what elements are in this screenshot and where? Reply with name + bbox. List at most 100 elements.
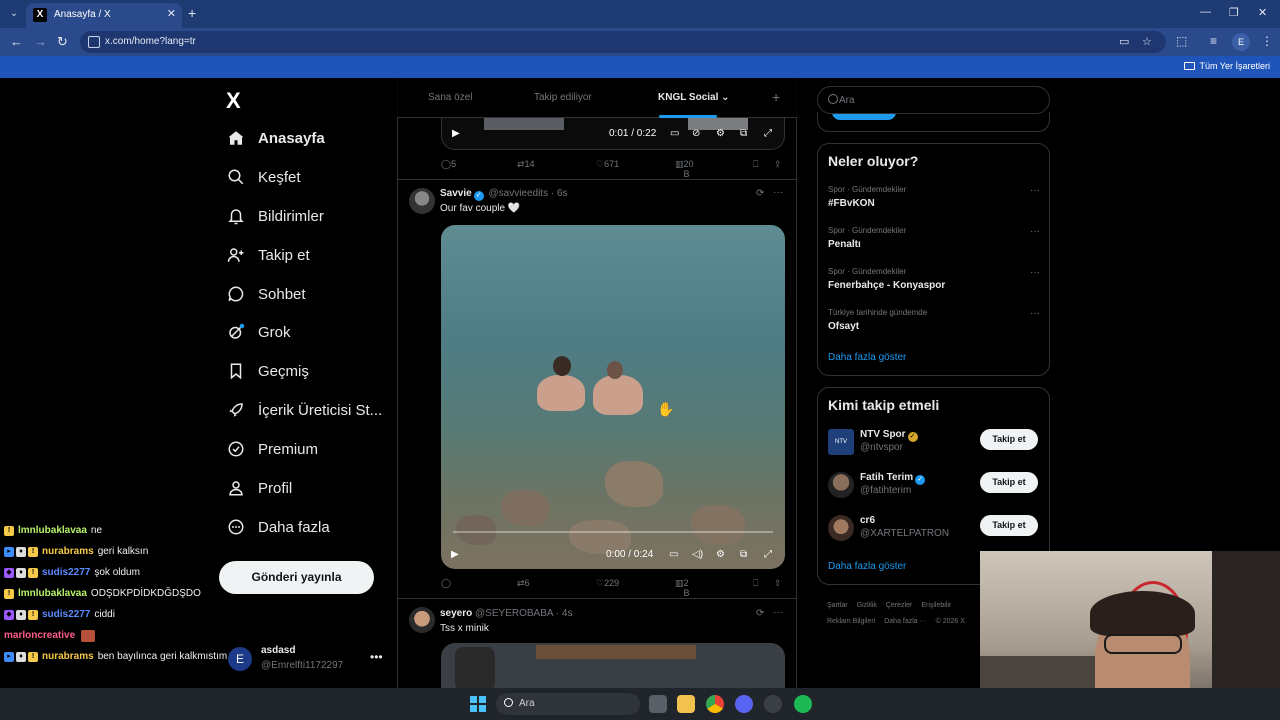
video-progress-bar[interactable]	[453, 531, 773, 533]
star-bookmark-icon[interactable]: ☆	[1142, 35, 1152, 48]
nav-item-chat[interactable]: Sohbet	[226, 280, 306, 308]
captions-icon[interactable]: ▭	[669, 549, 678, 560]
cast-icon[interactable]: ▭	[1119, 35, 1129, 48]
author-handle[interactable]: @SEYEROBABA	[475, 608, 553, 619]
post-button[interactable]: Gönderi yayınla	[219, 561, 374, 594]
trend-item[interactable]: Türkiye tarihinde gündemde Ofsayt ···	[828, 308, 1040, 332]
restore-icon[interactable]: ❐	[1229, 6, 1239, 19]
nav-item-more[interactable]: Daha fazla	[226, 513, 330, 541]
pip-icon[interactable]: ⧉	[740, 128, 747, 139]
tab-kngl-social[interactable]: KNGL Social ⌄	[658, 92, 730, 103]
x-logo[interactable]: X	[226, 88, 241, 114]
trend-item[interactable]: Spor · Gündemdekiler Fenerbahçe - Konyas…	[828, 267, 1040, 291]
reply-button[interactable]: ◯	[441, 578, 451, 589]
follow-button[interactable]: Takip et	[980, 429, 1038, 450]
site-info-icon[interactable]	[88, 36, 100, 48]
tweet-time[interactable]: 4s	[562, 608, 573, 619]
share-icon[interactable]: ⇪	[774, 578, 782, 589]
nav-item-creator-studio[interactable]: İçerik Üreticisi St...	[226, 396, 382, 424]
grok-icon[interactable]: ⟳	[756, 608, 764, 619]
trend-item[interactable]: Spor · Gündemdekiler Penaltı ···	[828, 226, 1040, 250]
footer-link[interactable]: Çerezler	[886, 602, 912, 609]
footer-link[interactable]: Gizlilik	[857, 602, 877, 609]
views-button[interactable]: ▥ 20 B	[675, 159, 694, 179]
new-tab-plus-icon[interactable]: +	[188, 5, 196, 21]
more-dots-icon[interactable]: ···	[1030, 226, 1040, 237]
fullscreen-icon[interactable]: ⤢	[764, 128, 772, 139]
chrome-icon[interactable]	[706, 695, 724, 713]
tab-for-you[interactable]: Sana özel	[428, 92, 472, 103]
all-bookmarks-button[interactable]: Tüm Yer İşaretleri	[1184, 61, 1270, 71]
play-icon[interactable]: ▶	[452, 128, 460, 139]
fullscreen-icon[interactable]: ⤢	[764, 549, 772, 560]
trend-item[interactable]: Spor · Gündemdekiler #FBvKON ···	[828, 185, 1040, 209]
menu-kebab-icon[interactable]: ⋮	[1261, 34, 1273, 48]
nav-item-premium[interactable]: Premium	[226, 435, 318, 463]
task-view-icon[interactable]	[649, 695, 667, 713]
footer-link[interactable]: Erişilebilir	[921, 602, 951, 609]
footer-link[interactable]: Daha fazla ···	[884, 618, 926, 625]
share-icon[interactable]: ⇪	[774, 159, 782, 170]
repost-button[interactable]: ⇄ 14	[517, 159, 535, 170]
spotify-icon[interactable]	[794, 695, 812, 713]
footer-link[interactable]: Reklam Bilgileri	[827, 618, 875, 625]
more-dots-icon[interactable]: ···	[1030, 308, 1040, 319]
extensions-icon[interactable]: ⬚	[1176, 34, 1187, 48]
author-name[interactable]: Savvie	[440, 188, 472, 199]
tweet-time[interactable]: 6s	[557, 188, 568, 199]
follow-button[interactable]: Takip et	[980, 472, 1038, 493]
avatar[interactable]	[409, 188, 435, 214]
reload-icon[interactable]: ↻	[57, 34, 68, 50]
tweet-video[interactable]: ✋ ▶ 0:00 / 0:24 ▭ ◁) ⚙ ⧉ ⤢	[441, 225, 785, 569]
forward-arrow-icon[interactable]: →	[34, 34, 47, 49]
previous-video[interactable]: ▶ 0:01 / 0:22 ▭ ⊘ ⚙ ⧉ ⤢	[441, 118, 785, 150]
follow-suggestion[interactable]: Fatih Terim ✓ @fatihterim Takip et	[828, 472, 1040, 502]
minimize-icon[interactable]: —	[1200, 6, 1211, 18]
nav-item-notifications[interactable]: Bildirimler	[226, 202, 324, 230]
taskbar-search[interactable]: Ara	[496, 693, 640, 715]
tab-search-chevron-icon[interactable]: ⌄	[6, 6, 22, 22]
more-dots-icon[interactable]: ···	[773, 607, 783, 618]
repost-button[interactable]: ⇄ 6	[517, 578, 530, 589]
nav-item-home[interactable]: Anasayfa	[226, 124, 325, 152]
grok-icon[interactable]: ⟳	[756, 188, 764, 199]
nav-item-follow[interactable]: Takip et	[226, 241, 310, 269]
nav-item-profile[interactable]: Profil	[226, 474, 292, 502]
account-switcher[interactable]: E asdasd @Emrelfti1172297 •••	[228, 644, 388, 674]
windows-start-icon[interactable]	[470, 696, 486, 712]
more-dots-icon[interactable]: ···	[1030, 185, 1040, 196]
app-icon[interactable]	[764, 695, 782, 713]
file-explorer-icon[interactable]	[677, 695, 695, 713]
avatar[interactable]	[409, 607, 435, 633]
footer-link[interactable]: Şartlar	[827, 602, 848, 609]
tab-following[interactable]: Takip ediliyor	[534, 92, 592, 103]
author-handle[interactable]: @savvieedits	[488, 188, 548, 199]
browser-tab[interactable]: X Anasayfa / X ✕	[26, 3, 182, 28]
nav-item-bookmarks[interactable]: Geçmiş	[226, 357, 309, 385]
like-button[interactable]: ♡ 229	[596, 578, 619, 589]
author-name[interactable]: seyero	[440, 608, 472, 619]
settings-gear-icon[interactable]: ⚙	[716, 549, 725, 560]
reply-button[interactable]: ◯ 5	[441, 159, 456, 170]
close-window-icon[interactable]: ✕	[1258, 6, 1267, 19]
more-dots-icon[interactable]: •••	[370, 650, 383, 664]
discord-icon[interactable]	[735, 695, 753, 713]
more-dots-icon[interactable]: ···	[1030, 267, 1040, 278]
mute-icon[interactable]: ⊘	[692, 128, 700, 139]
play-icon[interactable]: ▶	[451, 549, 459, 560]
nav-item-grok[interactable]: Grok	[226, 318, 291, 346]
volume-icon[interactable]: ◁)	[692, 549, 703, 560]
captions-icon[interactable]: ▭	[670, 128, 679, 139]
show-more-link[interactable]: Daha fazla göster	[828, 561, 906, 572]
bookmark-icon[interactable]: ⎕	[753, 159, 758, 170]
show-more-link[interactable]: Daha fazla göster	[828, 352, 906, 363]
tab-close-icon[interactable]: ✕	[167, 7, 176, 20]
address-bar[interactable]: x.com/home?lang=tr ▭ ☆	[80, 31, 1166, 53]
follow-suggestion[interactable]: NTV NTV Spor ✓ @ntvspor Takip et	[828, 429, 1040, 459]
more-dots-icon[interactable]: ···	[773, 187, 783, 198]
tweet-media[interactable]	[441, 643, 785, 691]
pip-icon[interactable]: ⧉	[740, 549, 747, 560]
like-button[interactable]: ♡ 671	[596, 159, 619, 170]
search-box[interactable]: Ara	[817, 86, 1050, 114]
settings-gear-icon[interactable]: ⚙	[716, 128, 725, 139]
